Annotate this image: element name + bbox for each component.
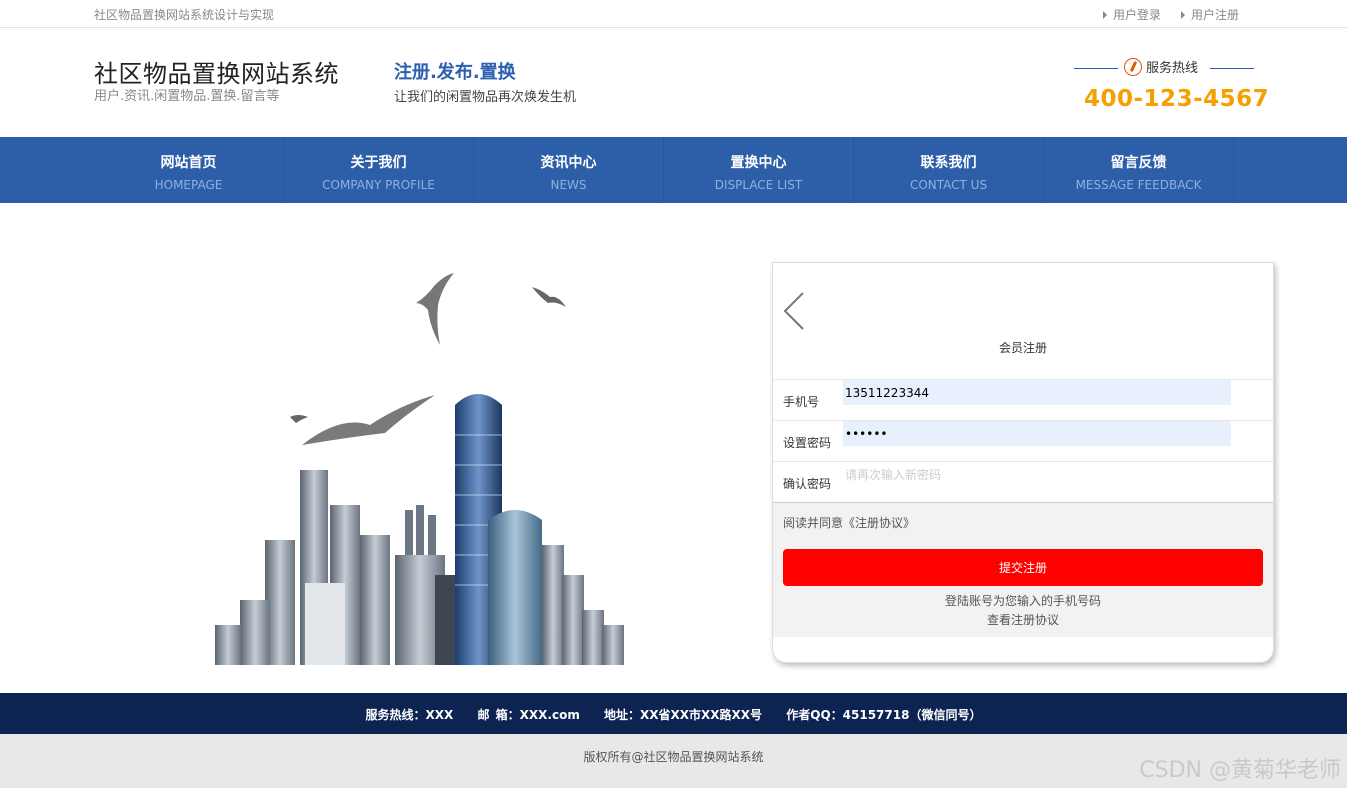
confirm-password-label: 确认密码 bbox=[783, 477, 832, 491]
nav-label-en: HOMEPAGE bbox=[154, 178, 223, 192]
password-input[interactable] bbox=[843, 421, 1231, 446]
agreement-link[interactable]: 阅读并同意《注册协议》 bbox=[783, 514, 915, 531]
logo-subtitle: 用户.资讯.闲置物品.置换.留言等 bbox=[94, 89, 280, 104]
slogan-title: 注册.发布.置换 bbox=[394, 62, 516, 83]
nav-label-en: DISPLACE LIST bbox=[714, 178, 803, 192]
seagull-icon bbox=[290, 273, 566, 445]
footer-qq: 作者QQ：45157718（微信同号） bbox=[786, 708, 982, 722]
hotline-divider bbox=[1210, 68, 1254, 69]
view-agreement-link[interactable]: 查看注册协议 bbox=[773, 611, 1273, 628]
back-arrow-icon[interactable] bbox=[781, 291, 811, 331]
nav-label: 网站首页 bbox=[160, 155, 217, 171]
header: 社区物品置换网站系统 用户.资讯.闲置物品.置换.留言等 注册.发布.置换 让我… bbox=[0, 28, 1347, 137]
phone-input[interactable] bbox=[843, 380, 1231, 405]
nav-item-contact[interactable]: 联系我们 CONTACT US bbox=[854, 137, 1044, 203]
footer-hotline: 服务热线：XXX bbox=[365, 708, 454, 722]
nav-item-feedback[interactable]: 留言反馈 MESSAGE FEEDBACK bbox=[1044, 137, 1234, 203]
footer-email: 邮 箱：XXX.com bbox=[477, 708, 580, 722]
logo-title[interactable]: 社区物品置换网站系统 bbox=[94, 54, 339, 89]
password-row: 设置密码 bbox=[773, 420, 1273, 461]
nav-label: 置换中心 bbox=[730, 155, 787, 171]
nav-label: 留言反馈 bbox=[1110, 155, 1167, 171]
phone-label: 手机号 bbox=[783, 395, 820, 409]
watermark: CSDN @黄菊华老师 bbox=[1139, 758, 1341, 783]
login-link[interactable]: 用户登录 bbox=[1102, 6, 1161, 23]
register-actions: 阅读并同意《注册协议》 提交注册 登陆账号为您输入的手机号码 查看注册协议 bbox=[773, 502, 1273, 637]
site-title-small: 社区物品置换网站系统设计与实现 bbox=[94, 8, 275, 22]
login-link-label: 用户登录 bbox=[1112, 8, 1161, 22]
footer: 服务热线：XXX 邮 箱：XXX.com 地址：XX省XX市XX路XX号 作者Q… bbox=[0, 693, 1347, 734]
nav-item-news[interactable]: 资讯中心 NEWS bbox=[474, 137, 664, 203]
nav-item-homepage[interactable]: 网站首页 HOMEPAGE bbox=[94, 137, 284, 203]
nav-label-en: MESSAGE FEEDBACK bbox=[1075, 178, 1202, 192]
hotline-label: 服务热线 bbox=[1146, 61, 1199, 76]
footer-address: 地址：XX省XX市XX路XX号 bbox=[604, 708, 763, 722]
account-hint: 登陆账号为您输入的手机号码 bbox=[944, 594, 1101, 608]
nav-label-en: COMPANY PROFILE bbox=[322, 178, 435, 192]
nav-label-en: CONTACT US bbox=[909, 178, 988, 192]
arrow-right-icon bbox=[1102, 10, 1107, 19]
register-link[interactable]: 用户注册 bbox=[1180, 6, 1239, 23]
register-link-label: 用户注册 bbox=[1190, 8, 1239, 22]
top-links: 用户登录 用户注册 bbox=[1102, 6, 1239, 23]
nav-label: 联系我们 bbox=[920, 155, 977, 171]
register-title: 会员注册 bbox=[998, 341, 1047, 355]
nav-item-about[interactable]: 关于我们 COMPANY PROFILE bbox=[284, 137, 474, 203]
phone-row: 手机号 bbox=[773, 379, 1273, 420]
skyline-buildings bbox=[215, 394, 624, 665]
hotline-label-group: 服务热线 bbox=[1124, 57, 1198, 76]
phone-icon bbox=[1124, 57, 1142, 76]
hotline-number: 400-123-4567 bbox=[1084, 86, 1270, 112]
hotline-divider bbox=[1074, 68, 1118, 69]
nav-item-displace[interactable]: 置换中心 DISPLACE LIST bbox=[664, 137, 854, 203]
hotline: 服务热线 bbox=[1074, 57, 1254, 77]
password-label: 设置密码 bbox=[783, 436, 832, 450]
nav-label: 关于我们 bbox=[350, 155, 407, 171]
nav-label: 资讯中心 bbox=[540, 155, 597, 171]
submit-register-button[interactable]: 提交注册 bbox=[783, 549, 1263, 586]
register-panel: 会员注册 手机号 设置密码 确认密码 阅读并同意《注册协议》 提交注册 登陆账号… bbox=[772, 262, 1274, 663]
footer-info: 服务热线：XXX 邮 箱：XXX.com 地址：XX省XX市XX路XX号 作者Q… bbox=[0, 706, 1347, 723]
arrow-right-icon bbox=[1180, 10, 1185, 19]
confirm-password-row: 确认密码 bbox=[773, 461, 1273, 502]
nav-label-en: NEWS bbox=[550, 178, 587, 192]
main-nav: 网站首页 HOMEPAGE 关于我们 COMPANY PROFILE 资讯中心 … bbox=[0, 137, 1347, 203]
top-bar: 社区物品置换网站系统设计与实现 用户登录 用户注册 bbox=[0, 0, 1347, 28]
city-skyline-illustration bbox=[215, 273, 624, 665]
slogan-subtitle: 让我们的闲置物品再次焕发生机 bbox=[394, 90, 577, 105]
confirm-password-input[interactable] bbox=[843, 462, 1231, 487]
